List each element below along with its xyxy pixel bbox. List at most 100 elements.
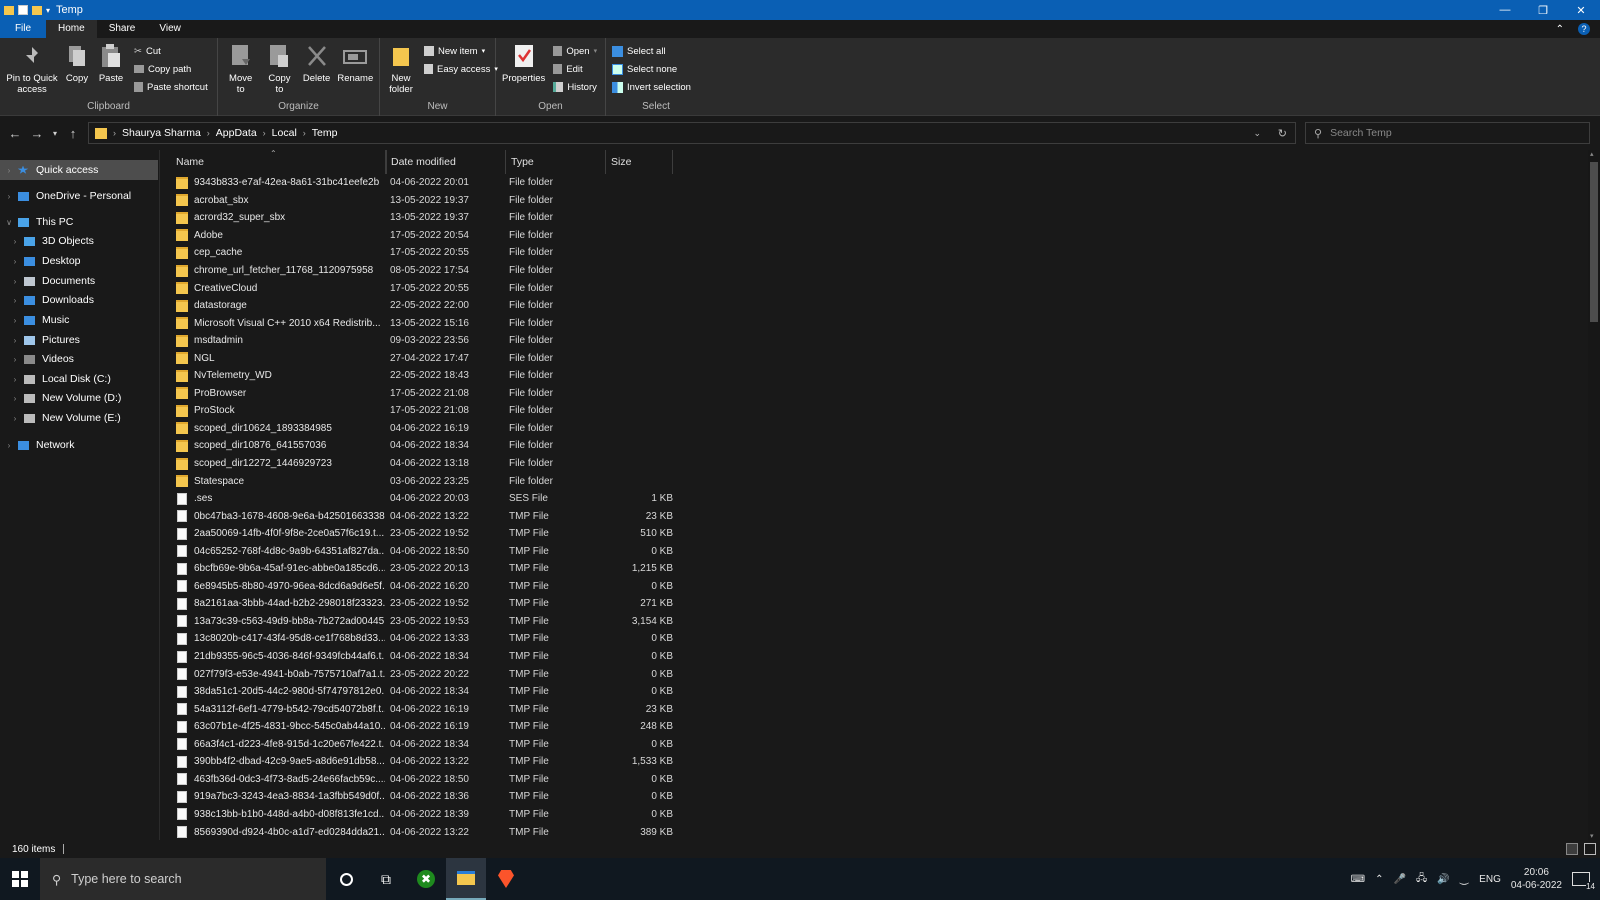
file-row[interactable]: 938c13bb-b1b0-448d-a4b0-d08f813fe1cd....… [162,806,1586,824]
recent-locations-chevron-icon[interactable]: ▾ [48,129,62,138]
history-button[interactable]: History [553,80,597,94]
expand-down-chevron-icon[interactable]: ∨ [2,218,16,227]
file-row[interactable]: scoped_dir12272_1446929723 04-06-2022 13:… [162,455,1586,473]
file-row[interactable]: 13c8020b-c417-43f4-95d8-ce1f768b8d33....… [162,630,1586,648]
file-row[interactable]: 463fb36d-0dc3-4f73-8ad5-24e66facb59c....… [162,771,1586,789]
easy-access-button[interactable]: Easy access ▾ [424,62,498,76]
file-row[interactable]: 0bc47ba3-1678-4608-9e6a-b42501663338... 0… [162,507,1586,525]
refresh-icon[interactable]: ↻ [1278,127,1287,140]
address-dropdown-icon[interactable]: ⌄ [1253,128,1261,139]
file-row[interactable]: scoped_dir10624_1893384985 04-06-2022 16:… [162,420,1586,438]
copy-to-button[interactable]: Copy to [263,42,295,95]
file-explorer-app-button[interactable] [446,858,486,900]
taskbar-search-input[interactable]: Type here to search [71,872,181,886]
new-item-button[interactable]: New item ▾ [424,44,498,58]
file-row[interactable]: .ses 04-06-2022 20:03 SES File 1 KB [162,490,1586,508]
tab-view[interactable]: View [147,20,193,38]
scrollbar-thumb[interactable] [1590,162,1598,322]
large-icons-view-icon[interactable] [1584,843,1596,855]
nav-item-new-volume-e[interactable]: › New Volume (E:) [0,408,158,428]
file-row[interactable]: ProBrowser 17-05-2022 21:08 File folder [162,385,1586,403]
nav-item-music[interactable]: › Music [0,310,158,330]
file-row[interactable]: Microsoft Visual C++ 2010 x64 Redistrib.… [162,314,1586,332]
expand-chevron-icon[interactable]: › [8,296,22,305]
file-row[interactable]: acrobat_sbx 13-05-2022 19:37 File folder [162,192,1586,210]
minimize-button[interactable]: — [1486,0,1524,20]
tab-home[interactable]: Home [46,20,97,38]
file-row[interactable]: datastorage 22-05-2022 22:00 File folder [162,297,1586,315]
file-row[interactable]: 390bb4f2-dbad-42c9-9ae5-a8d6e91db58.... 0… [162,753,1586,771]
paste-button[interactable]: Paste [96,42,126,95]
delete-button[interactable]: Delete [302,42,332,95]
file-row[interactable]: 2aa50069-14fb-4f0f-9f8e-2ce0a57f6c19.t..… [162,525,1586,543]
up-arrow-icon[interactable]: ↑ [62,126,84,141]
file-row[interactable]: 6bcfb69e-9b6a-45af-91ec-abbe0a185cd6....… [162,560,1586,578]
file-row[interactable]: Statespace 03-06-2022 23:25 File folder [162,472,1586,490]
volume-icon[interactable]: 🔊 [1437,874,1449,885]
column-header-name[interactable]: Name ⌃ [162,150,385,174]
help-icon[interactable]: ? [1578,23,1590,35]
copy-button[interactable]: Copy [62,42,92,95]
pin-to-quick-access-button[interactable]: Pin to Quick access [6,42,58,95]
expand-chevron-icon[interactable]: › [8,237,22,246]
network-icon[interactable]: 🖧 [1416,871,1427,888]
file-row[interactable]: 13a73c39-c563-49d9-bb8a-7b272ad00445....… [162,613,1586,631]
file-row[interactable]: 38da51c1-20d5-44c2-980d-5f74797812e0....… [162,683,1586,701]
new-folder-button[interactable]: New folder [386,42,416,95]
expand-chevron-icon[interactable]: › [2,441,16,450]
power-icon[interactable]: ⏝ [1460,874,1470,885]
expand-chevron-icon[interactable]: › [8,394,22,403]
scroll-up-icon[interactable]: ▴ [1590,150,1594,158]
nav-item-downloads[interactable]: › Downloads [0,290,158,310]
nav-item-quick-access[interactable]: › Quick access [0,160,158,180]
cut-button[interactable]: ✂ Cut [134,44,208,58]
nav-item-pictures[interactable]: › Pictures [0,330,158,350]
expand-chevron-icon[interactable]: › [8,316,22,325]
file-row[interactable]: 8a2161aa-3bbb-44ad-b2b2-298018f23323....… [162,595,1586,613]
forward-arrow-icon[interactable]: → [26,126,48,141]
search-box[interactable]: ⚲ Search Temp [1305,122,1590,144]
back-arrow-icon[interactable]: ← [4,126,26,141]
invert-selection-button[interactable]: Invert selection [612,80,700,94]
breadcrumb-appdata[interactable]: AppData [210,127,263,139]
file-row[interactable]: 9343b833-e7af-42ea-8a61-31bc41eefe2b 04-0… [162,174,1586,192]
file-row[interactable]: ProStock 17-05-2022 21:08 File folder [162,402,1586,420]
expand-chevron-icon[interactable]: › [8,355,22,364]
file-row[interactable]: scoped_dir10876_641557036 04-06-2022 18:3… [162,437,1586,455]
file-row[interactable]: 919a7bc3-3243-4ea3-8834-1a3fbb549d0f....… [162,788,1586,806]
nav-item-videos[interactable]: › Videos [0,349,158,369]
nav-item-this-pc[interactable]: ∨ This PC [0,212,158,232]
select-none-button[interactable]: Select none [612,62,700,76]
expand-chevron-icon[interactable]: › [2,166,16,175]
copy-path-button[interactable]: Copy path [134,62,208,76]
restore-button[interactable]: ❐ [1524,0,1562,20]
select-all-button[interactable]: Select all [612,44,700,58]
nav-item-3d-objects[interactable]: › 3D Objects [0,231,158,251]
file-row[interactable]: cep_cache 17-05-2022 20:55 File folder [162,244,1586,262]
file-row[interactable]: 63c07b1e-4f25-4831-9bcc-545c0ab44a10....… [162,718,1586,736]
customize-quick-access-icon[interactable]: ▾ [46,6,50,15]
file-row[interactable]: NGL 27-04-2022 17:47 File folder [162,349,1586,367]
breadcrumb-temp[interactable]: Temp [306,127,344,139]
file-row[interactable]: CreativeCloud 17-05-2022 20:55 File folder [162,279,1586,297]
vertical-scrollbar[interactable]: ▴ ▾ [1588,150,1600,840]
task-view-button[interactable]: ⧉ [366,858,406,900]
search-input[interactable]: Search Temp [1330,127,1392,139]
file-row[interactable]: 54a3112f-6ef1-4779-b542-79cd54072b8f.t..… [162,700,1586,718]
file-row[interactable]: 6e8945b5-8b80-4970-96ea-8dcd6a9d6e5f... 0… [162,578,1586,596]
show-hidden-icons-chevron-icon[interactable]: ⌃ [1375,874,1383,885]
xbox-app-button[interactable]: ✖ [406,858,446,900]
edit-button[interactable]: Edit [553,62,597,76]
expand-chevron-icon[interactable]: › [8,277,22,286]
language-indicator[interactable]: ENG [1479,874,1501,885]
details-view-icon[interactable] [1566,843,1578,855]
file-row[interactable]: 027f79f3-e53e-4941-b0ab-7575710af7a1.t..… [162,665,1586,683]
new-folder-quick-icon[interactable] [32,5,42,15]
expand-chevron-icon[interactable]: › [8,257,22,266]
nav-item-network[interactable]: › Network [0,435,158,455]
rename-button[interactable]: Rename [337,42,373,95]
open-button[interactable]: Open ▾ [553,44,597,58]
expand-chevron-icon[interactable]: › [2,192,16,201]
file-row[interactable]: 04c65252-768f-4d8c-9a9b-64351af827da....… [162,542,1586,560]
file-row[interactable]: Adobe 17-05-2022 20:54 File folder [162,227,1586,245]
